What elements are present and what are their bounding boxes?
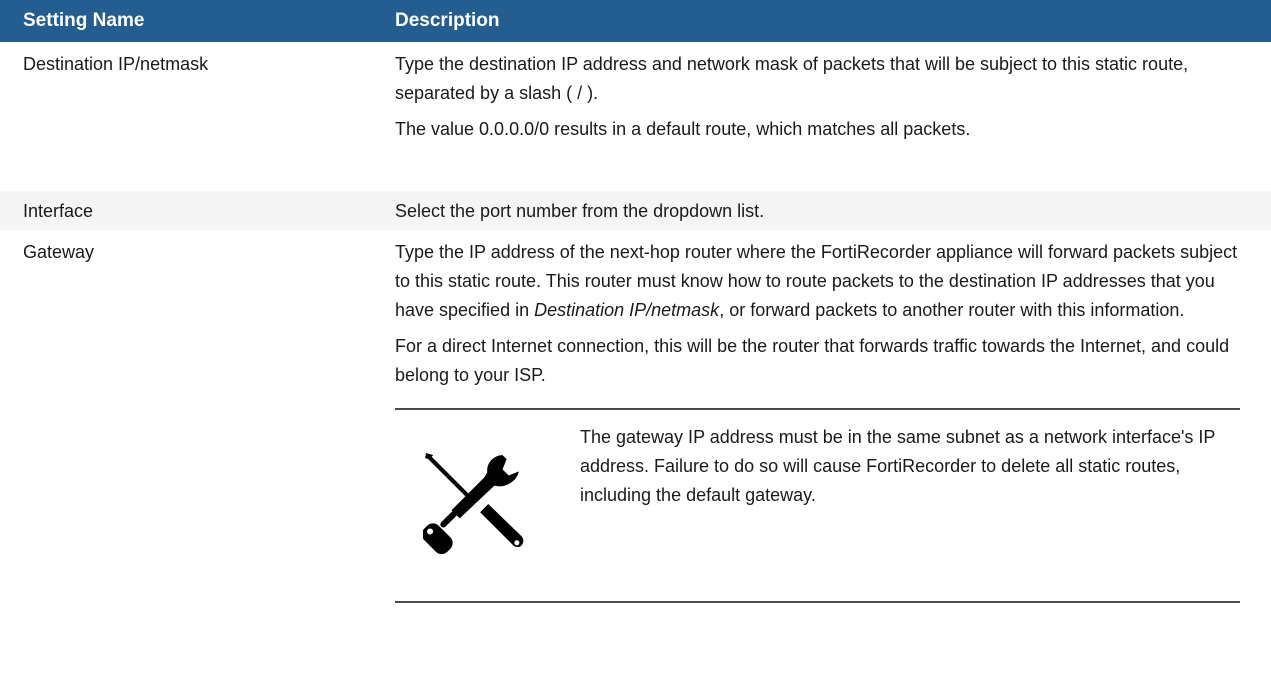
header-description: Description	[395, 10, 500, 31]
setting-name-cell: Gateway	[23, 242, 95, 262]
description-paragraph: Type the IP address of the next-hop rout…	[395, 238, 1241, 325]
note-text: The gateway IP address must be in the sa…	[580, 427, 1216, 505]
setting-name-cell: Destination IP/netmask	[23, 54, 209, 74]
settings-table: Setting Name Description Destination IP/…	[0, 0, 1271, 686]
setting-name-cell: Interface	[23, 201, 94, 221]
description-paragraph: Type the destination IP address and netw…	[395, 54, 1189, 103]
table-row: Destination IP/netmask Type the destinat…	[0, 42, 1271, 191]
table-header: Setting Name Description	[0, 0, 1271, 42]
table-row: Gateway Type the IP address of the next-…	[0, 230, 1271, 686]
note-box: The gateway IP address must be in the sa…	[395, 408, 1240, 603]
description-cell: Type the IP address of the next-hop rout…	[395, 238, 1271, 686]
description-paragraph: Select the port number from the dropdown…	[395, 201, 765, 221]
field-reference: Destination IP/netmask	[534, 300, 720, 320]
description-text: , or forward packets to another router w…	[719, 300, 1185, 320]
description-cell: Type the destination IP address and netw…	[395, 50, 1271, 191]
description-cell: Select the port number from the dropdown…	[395, 197, 1271, 230]
table-row: Interface Select the port number from th…	[0, 191, 1271, 230]
description-paragraph: The value 0.0.0.0/0 results in a default…	[395, 119, 971, 139]
header-setting-name: Setting Name	[23, 10, 145, 31]
description-paragraph: For a direct Internet connection, this w…	[395, 336, 1230, 385]
tools-icon	[423, 453, 524, 554]
